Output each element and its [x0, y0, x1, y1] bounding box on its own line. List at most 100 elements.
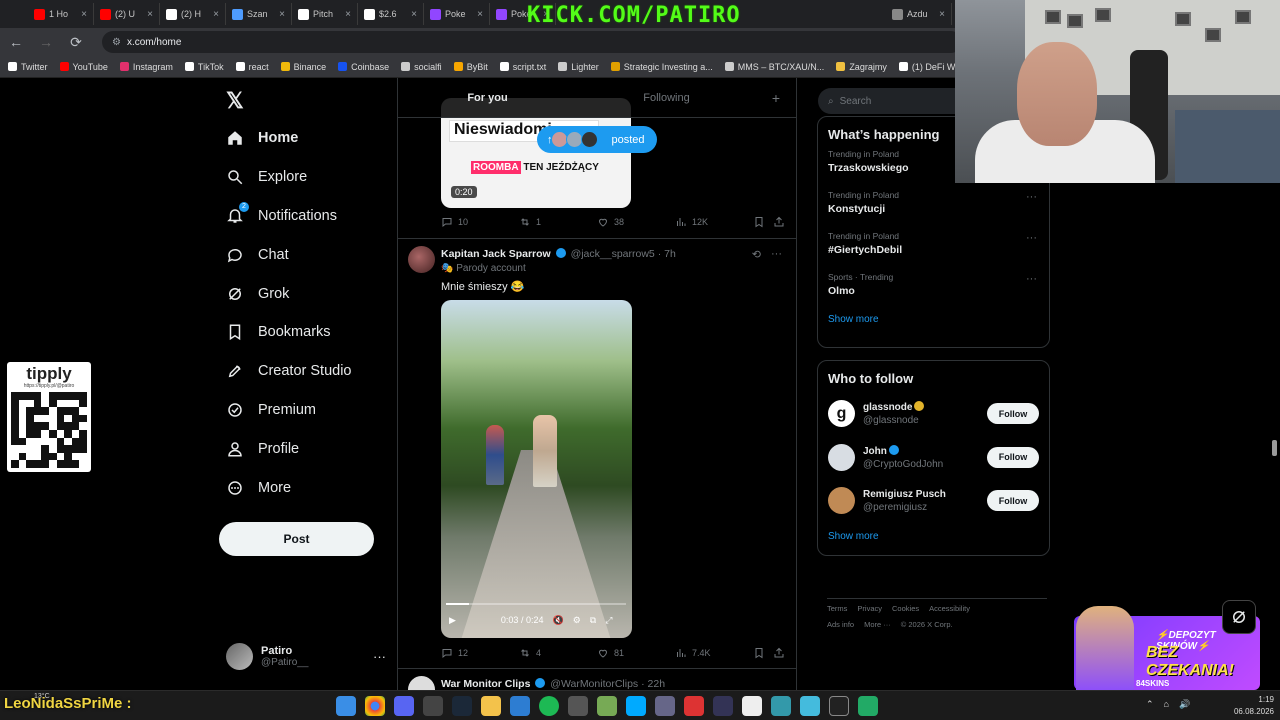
- bookmark-item[interactable]: socialfi: [401, 62, 442, 72]
- reply-button[interactable]: 10: [441, 216, 519, 228]
- app-icon[interactable]: [771, 696, 791, 716]
- chrome-icon[interactable]: [365, 696, 385, 716]
- follow-suggestion[interactable]: Remigiusz Pusch @peremigiusz Follow: [818, 479, 1049, 523]
- tweet-time[interactable]: 22h: [648, 678, 666, 690]
- follow-button[interactable]: Follow: [987, 446, 1039, 468]
- trend-item[interactable]: Sports · Trending Olmo ···: [818, 265, 1049, 306]
- clock[interactable]: 1:19 06.08.2026: [1234, 694, 1274, 718]
- share-button[interactable]: [773, 647, 785, 659]
- nav-item-chat[interactable]: Chat: [226, 235, 396, 274]
- terminal-icon[interactable]: [829, 696, 849, 716]
- repost-button[interactable]: 4: [519, 647, 597, 659]
- follow-show-more-link[interactable]: Show more: [818, 523, 1049, 550]
- browser-tab[interactable]: Poke ×: [424, 3, 490, 25]
- notepad-icon[interactable]: [800, 696, 820, 716]
- weather-widget[interactable]: 13°C: [34, 693, 50, 700]
- close-tab-icon[interactable]: ×: [279, 9, 285, 20]
- tab-for-you[interactable]: For you: [398, 78, 577, 117]
- fullscreen-icon[interactable]: ⤢: [605, 615, 612, 626]
- steam-icon[interactable]: [452, 696, 472, 716]
- avatar[interactable]: g: [828, 400, 855, 428]
- play-icon[interactable]: ▶: [449, 615, 456, 626]
- like-button[interactable]: 38: [597, 216, 675, 228]
- more-dots-icon[interactable]: ···: [1026, 232, 1037, 244]
- follow-button[interactable]: Follow: [987, 490, 1039, 512]
- close-tab-icon[interactable]: ×: [411, 9, 417, 20]
- author-handle[interactable]: @jack__sparrow5: [571, 248, 655, 260]
- bookmark-item[interactable]: Binance: [280, 62, 326, 72]
- spotify-icon[interactable]: [539, 696, 559, 716]
- nav-item-profile[interactable]: Profile: [226, 429, 396, 468]
- bookmark-item[interactable]: react: [235, 62, 269, 72]
- browser-tab[interactable]: Azdu ×: [886, 3, 952, 25]
- nav-item-grok[interactable]: Grok: [226, 274, 396, 313]
- bookmark-item[interactable]: YouTube: [59, 62, 108, 72]
- trend-item[interactable]: Trending in Poland #GiertychDebil ···: [818, 224, 1049, 265]
- start-icon[interactable]: [336, 696, 356, 716]
- account-switcher[interactable]: Patiro @Patiro__ ···: [226, 643, 386, 670]
- more-dots-icon[interactable]: ···: [1026, 191, 1037, 203]
- page-scrollbar[interactable]: [1272, 440, 1277, 456]
- footer-link[interactable]: © 2026 X Corp.: [901, 620, 953, 629]
- app-icon[interactable]: [568, 696, 588, 716]
- views-button[interactable]: 12K: [675, 216, 753, 228]
- author-handle[interactable]: @WarMonitorClips: [550, 678, 638, 690]
- author-name[interactable]: War Monitor Clips: [441, 678, 530, 690]
- forward-icon[interactable]: →: [36, 34, 56, 50]
- trend-item[interactable]: Trending in Poland Konstytucji ···: [818, 183, 1049, 224]
- tab-following[interactable]: Following: [577, 78, 756, 117]
- mute-icon[interactable]: 🔇: [552, 615, 563, 626]
- pip-icon[interactable]: ⧉: [590, 615, 596, 626]
- bookmark-item[interactable]: MMS – BTC/XAU/N...: [724, 62, 824, 72]
- browser-tab[interactable]: Pitch ×: [292, 3, 358, 25]
- footer-link[interactable]: Cookies: [892, 604, 919, 613]
- follow-suggestion[interactable]: g glassnode @glassnode Follow: [818, 392, 1049, 436]
- nav-item-home[interactable]: Home: [226, 119, 396, 158]
- address-bar[interactable]: ⚙ x.com/home: [102, 31, 962, 53]
- site-info-icon[interactable]: ⚙: [112, 37, 121, 48]
- tweet-time[interactable]: 7h: [664, 248, 676, 260]
- bookmark-item[interactable]: Twitter: [8, 62, 48, 72]
- add-tab-icon[interactable]: +: [756, 78, 796, 117]
- new-posts-pill[interactable]: ↑ posted: [537, 126, 657, 153]
- bookmark-item[interactable]: script.txt: [499, 62, 546, 72]
- author-name[interactable]: Kapitan Jack Sparrow: [441, 248, 551, 260]
- close-tab-icon[interactable]: ×: [213, 9, 219, 20]
- browser-tab[interactable]: $2.6 ×: [358, 3, 424, 25]
- more-dots-icon[interactable]: ···: [1026, 273, 1037, 285]
- app-icon[interactable]: [858, 696, 878, 716]
- bookmark-item[interactable]: TikTok: [184, 62, 224, 72]
- bookmark-button[interactable]: [753, 216, 773, 228]
- reload-icon[interactable]: ⟳: [66, 34, 86, 51]
- footer-link[interactable]: Terms: [827, 604, 847, 613]
- avatar[interactable]: [828, 443, 855, 471]
- nav-item-more[interactable]: More: [226, 468, 396, 507]
- avatar[interactable]: [408, 246, 435, 273]
- bookmark-item[interactable]: ByBit: [453, 62, 488, 72]
- close-tab-icon[interactable]: ×: [345, 9, 351, 20]
- more-dots-icon[interactable]: ···: [373, 649, 386, 664]
- grok-fab-icon[interactable]: [1222, 600, 1256, 634]
- app-icon[interactable]: [510, 696, 530, 716]
- bookmark-item[interactable]: Coinbase: [338, 62, 389, 72]
- app-icon[interactable]: [655, 696, 675, 716]
- discord-icon[interactable]: [394, 696, 414, 716]
- grok-explain-icon[interactable]: ⟲: [752, 248, 761, 261]
- browser-tab[interactable]: 1 Ho ×: [28, 3, 94, 25]
- like-button[interactable]: 81: [597, 647, 675, 659]
- app-icon[interactable]: [684, 696, 704, 716]
- avatar[interactable]: [828, 487, 855, 515]
- close-tab-icon[interactable]: ×: [147, 9, 153, 20]
- reply-button[interactable]: 12: [441, 647, 519, 659]
- browser-tab[interactable]: (2) H ×: [160, 3, 226, 25]
- close-tab-icon[interactable]: ×: [477, 9, 483, 20]
- bookmark-button[interactable]: [753, 647, 773, 659]
- obs-icon[interactable]: [423, 696, 443, 716]
- browser-tab[interactable]: (2) U ×: [94, 3, 160, 25]
- footer-link[interactable]: Ads info: [827, 620, 854, 629]
- views-button[interactable]: 7.4K: [675, 647, 753, 659]
- footer-link[interactable]: Accessibility: [929, 604, 970, 613]
- footer-link[interactable]: More ···: [864, 620, 891, 629]
- nav-item-bookmarks[interactable]: Bookmarks: [226, 313, 396, 352]
- close-tab-icon[interactable]: ×: [81, 9, 87, 20]
